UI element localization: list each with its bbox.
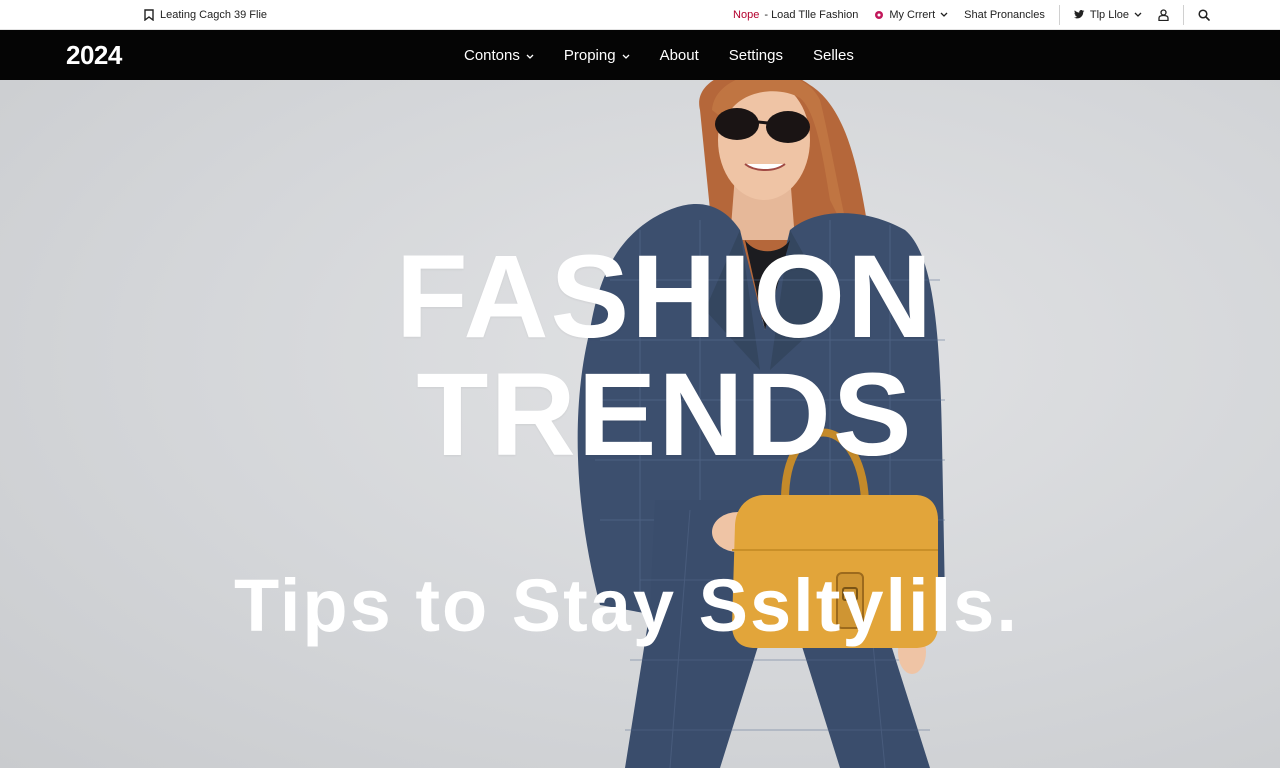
- social-label: Tlp Lloe: [1089, 9, 1129, 21]
- cart-dot-icon: [874, 10, 884, 20]
- cart-label: My Crrert: [889, 9, 936, 21]
- utility-right: Nope - Load Tlle Fashion My Crrert Shat …: [725, 0, 1218, 30]
- bookmark-icon[interactable]: [144, 9, 154, 21]
- nav-item-label: Settings: [728, 46, 783, 64]
- search-icon: [1198, 9, 1210, 21]
- shop-link[interactable]: Shat Pronancles: [956, 9, 1053, 21]
- nav-item-contons[interactable]: Contons: [464, 47, 534, 64]
- divider: [1183, 5, 1184, 25]
- nav-item-proping[interactable]: Proping: [564, 47, 630, 64]
- hero-banner: FASHION TRENDS Tips to Stay Ssltylils.: [0, 80, 1280, 768]
- promo-text: - Load Tlle Fashion: [764, 9, 859, 21]
- nav-item-selles[interactable]: Selles: [813, 47, 854, 64]
- divider: [1058, 5, 1060, 25]
- nav-item-label: Proping: [563, 46, 616, 64]
- nav-item-label: Selles: [812, 46, 854, 64]
- nav-item-about[interactable]: About: [660, 47, 699, 64]
- social-dropdown[interactable]: Tlp Lloe: [1066, 9, 1150, 21]
- hero-title-line-2: TRENDS: [416, 349, 914, 481]
- chevron-down-icon: [526, 47, 534, 64]
- hero-subtitle: Tips to Stay Ssltylils.: [234, 564, 1019, 647]
- user-icon: [1158, 9, 1169, 21]
- nav-menu: Contons Proping About Settings Selles: [464, 30, 854, 80]
- promo-link[interactable]: Nope - Load Tlle Fashion: [725, 9, 866, 21]
- utility-left-text[interactable]: Leating Cagch 39 Flie: [160, 9, 267, 21]
- brand-logo[interactable]: 2024: [66, 30, 122, 80]
- promo-highlight: Nope: [733, 9, 760, 21]
- chevron-down-icon: [622, 47, 630, 64]
- hero-title: FASHION TRENDS: [0, 238, 1280, 474]
- utility-bar: Leating Cagch 39 Flie Nope - Load Tlle F…: [0, 0, 1280, 30]
- utility-left: Leating Cagch 39 Flie: [144, 0, 267, 30]
- nav-item-label: About: [659, 46, 699, 64]
- twitter-icon: [1073, 10, 1085, 20]
- main-nav: 2024 Contons Proping About Settings Selles: [0, 30, 1280, 80]
- nav-item-settings[interactable]: Settings: [729, 47, 783, 64]
- chevron-down-icon: [1134, 12, 1142, 18]
- hero-title-line-1: FASHION: [395, 231, 935, 363]
- shop-label: Shat Pronancles: [964, 9, 1045, 21]
- cart-button[interactable]: My Crrert: [866, 9, 956, 21]
- search-button[interactable]: [1190, 9, 1218, 21]
- account-button[interactable]: [1150, 9, 1177, 21]
- chevron-down-icon: [940, 12, 948, 18]
- nav-item-label: Contons: [464, 46, 520, 64]
